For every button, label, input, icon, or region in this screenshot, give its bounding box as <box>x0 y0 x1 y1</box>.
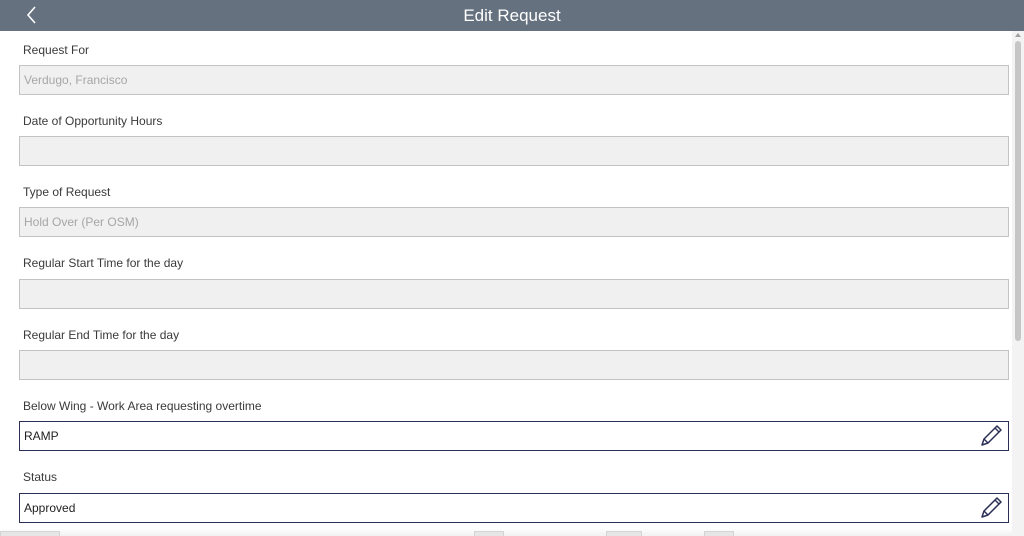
request-for-label: Request For <box>23 43 90 57</box>
status-input[interactable]: Approved <box>19 493 1009 523</box>
scroll-up-arrow-icon[interactable] <box>1015 33 1021 37</box>
work-area-value: RAMP <box>24 429 59 443</box>
header-bar: Edit Request <box>0 0 1024 31</box>
bottom-control <box>0 531 60 536</box>
regular-start-time-label: Regular Start Time for the day <box>23 256 184 270</box>
regular-end-time-label: Regular End Time for the day <box>23 328 180 342</box>
regular-end-time-input <box>19 350 1009 380</box>
status-label: Status <box>23 470 58 484</box>
work-area-label: Below Wing - Work Area requesting overti… <box>23 399 262 413</box>
type-of-request-input: Hold Over (Per OSM) <box>19 207 1009 237</box>
type-of-request-label: Type of Request <box>23 185 111 199</box>
regular-start-time-input <box>19 279 1009 309</box>
edit-request-screen: Edit Request Request For Verdugo, Franci… <box>0 0 1024 536</box>
form-scroll-area[interactable]: Request For Verdugo, Francisco Date of O… <box>0 31 1012 536</box>
bottom-control <box>704 531 734 536</box>
bottom-control <box>606 531 642 536</box>
date-of-opportunity-hours-input <box>19 136 1009 166</box>
page-title: Edit Request <box>463 6 561 25</box>
work-area-input[interactable]: RAMP <box>19 421 1009 451</box>
pencil-icon[interactable] <box>978 495 1004 521</box>
pencil-icon[interactable] <box>978 423 1004 449</box>
vertical-scrollbar[interactable] <box>1012 31 1024 536</box>
bottom-edge <box>0 528 1012 536</box>
bottom-control <box>474 531 504 536</box>
scroll-thumb[interactable] <box>1015 41 1021 341</box>
status-value: Approved <box>24 501 76 515</box>
request-for-input: Verdugo, Francisco <box>19 65 1009 95</box>
date-of-opportunity-hours-label: Date of Opportunity Hours <box>23 114 163 128</box>
